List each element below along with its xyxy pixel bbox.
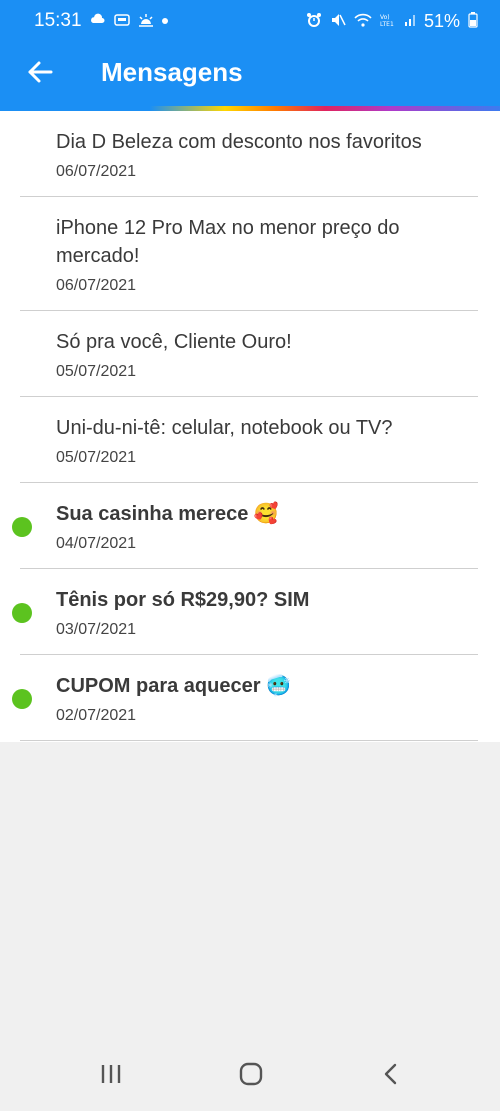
svg-text:LTE1: LTE1 — [380, 21, 394, 27]
message-list: Dia D Beleza com desconto nos favoritos … — [0, 111, 500, 742]
system-nav-bar — [0, 1042, 500, 1111]
weather-icon — [90, 13, 106, 29]
message-title: Sua casinha merece 🥰 — [56, 503, 279, 525]
status-bar-left: 15:31 — [34, 10, 168, 32]
message-item-unread[interactable]: Tênis por só R$29,90? SIM 03/07/2021 — [12, 569, 478, 655]
message-date: 02/07/2021 — [56, 707, 137, 724]
arrow-left-icon — [27, 59, 53, 90]
status-bar: 15:31 Vo) LTE1 51% — [0, 0, 500, 42]
recents-icon — [99, 1063, 123, 1090]
status-time: 15:31 — [34, 10, 82, 31]
message-title: Tênis por só R$29,90? SIM — [56, 589, 310, 611]
sun-icon — [138, 13, 154, 29]
message-date: 06/07/2021 — [56, 277, 137, 294]
back-nav-icon — [382, 1062, 400, 1091]
message-item[interactable]: Dia D Beleza com desconto nos favoritos … — [20, 111, 478, 197]
message-title: Uni-du-ni-tê: celular, notebook ou TV? — [56, 417, 393, 439]
dot-icon — [161, 18, 168, 24]
unread-indicator — [12, 603, 32, 623]
message-item[interactable]: Só pra você, Cliente Ouro! 05/07/2021 — [20, 311, 478, 397]
message-title: Só pra você, Cliente Ouro! — [56, 331, 292, 353]
battery-percent: 51% — [423, 10, 460, 31]
message-title: CUPOM para aquecer 🥶 — [56, 675, 291, 697]
message-title: Dia D Beleza com desconto nos favoritos — [56, 131, 422, 153]
unread-indicator — [12, 689, 32, 709]
svg-text:Vo): Vo) — [380, 14, 390, 21]
message-item-unread[interactable]: Sua casinha merece 🥰 04/07/2021 — [12, 483, 478, 569]
message-date: 03/07/2021 — [56, 621, 137, 638]
wifi-icon — [354, 13, 372, 29]
signal-icon — [404, 13, 416, 29]
message-item[interactable]: iPhone 12 Pro Max no menor preço do merc… — [20, 197, 478, 311]
status-bar-right: Vo) LTE1 51% — [306, 11, 478, 32]
volte-icon: Vo) LTE1 — [380, 13, 396, 29]
home-icon — [238, 1061, 264, 1092]
message-date: 05/07/2021 — [56, 363, 137, 380]
recents-button[interactable] — [91, 1060, 131, 1092]
message-date: 04/07/2021 — [56, 535, 137, 552]
message-date: 05/07/2021 — [56, 449, 137, 466]
home-button[interactable] — [231, 1060, 271, 1092]
unread-indicator — [12, 517, 32, 537]
app-icon — [113, 14, 130, 28]
message-title: iPhone 12 Pro Max no menor preço do merc… — [56, 217, 400, 267]
mute-icon — [330, 12, 346, 30]
back-nav-button[interactable] — [371, 1060, 411, 1092]
back-button[interactable] — [22, 56, 58, 92]
alarm-icon — [306, 12, 322, 30]
page-title: Mensagens — [101, 57, 243, 87]
message-item-unread[interactable]: CUPOM para aquecer 🥶 02/07/2021 — [12, 655, 478, 741]
message-date: 06/07/2021 — [56, 163, 137, 180]
app-header: Mensagens — [0, 42, 500, 106]
battery-icon — [468, 12, 478, 30]
message-item[interactable]: Uni-du-ni-tê: celular, notebook ou TV? 0… — [20, 397, 478, 483]
